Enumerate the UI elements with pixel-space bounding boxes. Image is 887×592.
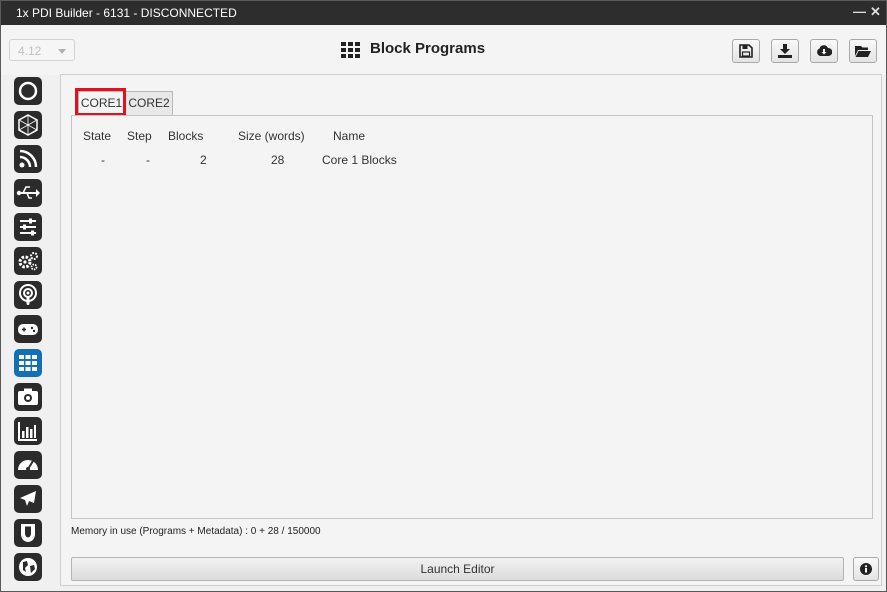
save-button[interactable]: [732, 39, 760, 63]
gamepad-icon[interactable]: [14, 315, 42, 343]
shield-icon[interactable]: [14, 519, 42, 547]
block-programs-panel: CORE1 CORE2 State Step Blocks Size (word…: [60, 74, 882, 586]
save-icon: [739, 44, 753, 58]
app-window: 1x PDI Builder - 6131 - DISCONNECTED — ✕…: [0, 0, 887, 592]
podcast-icon[interactable]: [14, 281, 42, 309]
sidebar: [9, 75, 47, 589]
page-title-text: Block Programs: [370, 40, 486, 57]
block-grid-icon[interactable]: [14, 349, 42, 377]
title-bar: 1x PDI Builder - 6131 - DISCONNECTED — ✕: [1, 1, 886, 25]
open-folder-button[interactable]: [849, 39, 877, 63]
cell-blocks: 2: [200, 153, 207, 167]
launch-editor-button[interactable]: Launch Editor: [71, 557, 844, 581]
usb-icon[interactable]: [14, 179, 42, 207]
column-header-step: Step: [127, 129, 152, 143]
cell-size: 28: [271, 153, 285, 167]
tab-core2[interactable]: CORE2: [125, 91, 173, 115]
column-header-blocks: Blocks: [168, 129, 204, 143]
grid-icon: [341, 42, 360, 58]
close-button[interactable]: ✕: [870, 4, 881, 20]
hexagon-mesh-icon[interactable]: [14, 111, 42, 139]
cloud-download-button[interactable]: [810, 39, 838, 63]
gauge-icon[interactable]: [14, 451, 42, 479]
tab-highlight-box: [75, 88, 126, 116]
info-button[interactable]: [853, 557, 879, 581]
version-value: 4.12: [18, 44, 42, 58]
airplane-icon[interactable]: [14, 485, 42, 513]
chevron-down-icon: [58, 49, 66, 54]
cloud-download-icon: [817, 45, 832, 56]
rss-feed-icon[interactable]: [14, 145, 42, 173]
sliders-icon[interactable]: [14, 213, 42, 241]
cell-step: -: [146, 153, 150, 167]
download-button[interactable]: [771, 39, 799, 63]
memory-usage-text: Memory in use (Programs + Metadata) : 0 …: [71, 526, 321, 537]
cell-state: -: [101, 153, 105, 167]
globe-icon[interactable]: [14, 553, 42, 581]
column-header-size: Size (words): [238, 129, 305, 143]
folder-open-icon: [855, 46, 871, 57]
window-title: 1x PDI Builder - 6131 - DISCONNECTED: [16, 6, 237, 20]
minimize-button[interactable]: —: [853, 4, 866, 19]
column-header-state: State: [83, 129, 112, 143]
column-header-name: Name: [333, 129, 366, 143]
version-select[interactable]: 4.12: [9, 39, 75, 61]
top-toolbar: 4.12 Block Programs: [1, 25, 886, 75]
camera-icon[interactable]: [14, 383, 42, 411]
cell-name: Core 1 Blocks: [322, 153, 397, 167]
programs-table: State Step Blocks Size (words) Name - - …: [71, 115, 873, 519]
gears-icon[interactable]: [14, 247, 42, 275]
info-icon: [860, 563, 872, 575]
download-icon: [778, 44, 792, 58]
bar-chart-icon[interactable]: [14, 417, 42, 445]
power-ring-icon[interactable]: [14, 77, 42, 105]
